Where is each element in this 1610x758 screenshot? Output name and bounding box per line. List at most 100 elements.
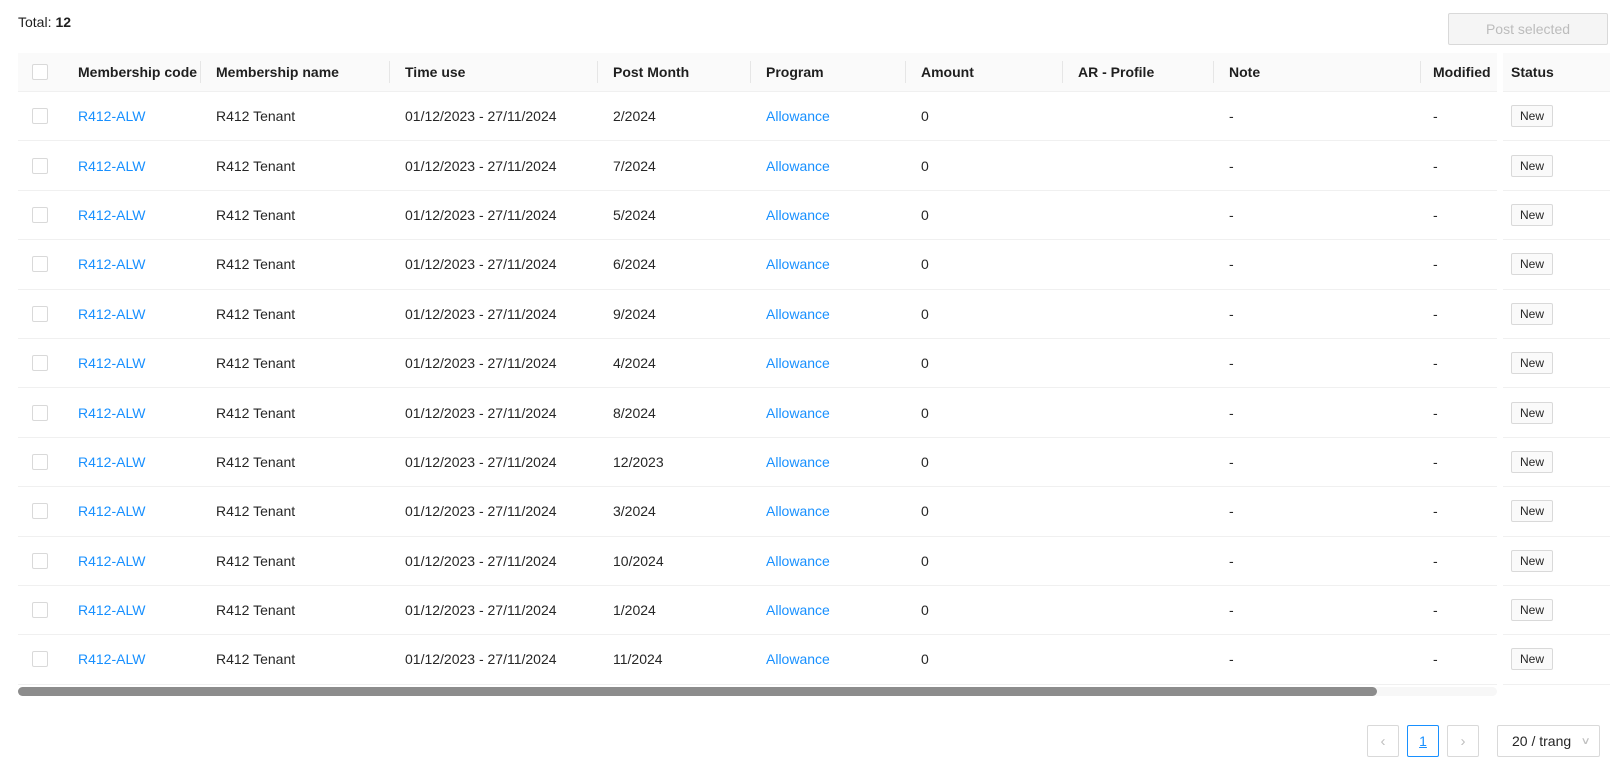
row-checkbox[interactable] [32,158,48,174]
modified-cell: - [1420,191,1497,240]
page-number[interactable]: 1 [1419,733,1427,749]
time-use-cell: 01/12/2023 - 27/11/2024 [389,339,597,388]
status-cell: New [1503,438,1610,487]
amount-cell: 0 [905,141,1062,190]
modified-cell: - [1420,240,1497,289]
col-post-month: Post Month [597,53,750,92]
membership-code-link[interactable]: R412-ALW [78,355,145,371]
membership-code-link[interactable]: R412-ALW [78,207,145,223]
program-link[interactable]: Allowance [766,405,830,421]
note-cell: - [1213,240,1420,289]
row-checkbox[interactable] [32,108,48,124]
ar-profile-cell [1062,438,1213,487]
col-time-use: Time use [389,53,597,92]
table-row: R412-ALW R412 Tenant 01/12/2023 - 27/11/… [18,586,1610,635]
membership-code-link[interactable]: R412-ALW [78,158,145,174]
row-checkbox[interactable] [32,651,48,667]
membership-name-cell: R412 Tenant [200,92,389,141]
amount-cell: 0 [905,537,1062,586]
horizontal-scrollbar-track[interactable] [18,687,1497,696]
program-link[interactable]: Allowance [766,355,830,371]
membership-code-link[interactable]: R412-ALW [78,405,145,421]
modified-cell: - [1420,537,1497,586]
time-use-cell: 01/12/2023 - 27/11/2024 [389,586,597,635]
row-checkbox[interactable] [32,207,48,223]
membership-name-cell: R412 Tenant [200,438,389,487]
col-note: Note [1213,53,1420,92]
membership-code-link[interactable]: R412-ALW [78,602,145,618]
membership-name-cell: R412 Tenant [200,635,389,684]
status-badge: New [1511,648,1553,670]
post-month-cell: 12/2023 [597,438,750,487]
note-cell: - [1213,339,1420,388]
membership-code-link[interactable]: R412-ALW [78,454,145,470]
select-all-checkbox[interactable] [32,64,48,80]
row-checkbox[interactable] [32,553,48,569]
row-checkbox[interactable] [32,503,48,519]
time-use-cell: 01/12/2023 - 27/11/2024 [389,438,597,487]
amount-cell: 0 [905,290,1062,339]
col-amount: Amount [905,53,1062,92]
col-modified: Modified [1420,53,1497,92]
membership-code-link[interactable]: R412-ALW [78,306,145,322]
ar-profile-cell [1062,240,1213,289]
row-checkbox[interactable] [32,454,48,470]
status-badge: New [1511,402,1553,424]
post-month-cell: 11/2024 [597,635,750,684]
table-row: R412-ALW R412 Tenant 01/12/2023 - 27/11/… [18,240,1610,289]
membership-code-link[interactable]: R412-ALW [78,256,145,272]
membership-name-cell: R412 Tenant [200,191,389,240]
pagination: ‹ 1 › 20 / trang ∨ [1367,725,1600,757]
time-use-cell: 01/12/2023 - 27/11/2024 [389,487,597,536]
status-badge: New [1511,253,1553,275]
horizontal-scrollbar-thumb[interactable] [18,687,1377,696]
amount-cell: 0 [905,586,1062,635]
post-month-cell: 5/2024 [597,191,750,240]
table-row: R412-ALW R412 Tenant 01/12/2023 - 27/11/… [18,141,1610,190]
program-link[interactable]: Allowance [766,306,830,322]
membership-name-cell: R412 Tenant [200,240,389,289]
program-link[interactable]: Allowance [766,256,830,272]
row-checkbox[interactable] [32,602,48,618]
program-link[interactable]: Allowance [766,207,830,223]
table-row: R412-ALW R412 Tenant 01/12/2023 - 27/11/… [18,191,1610,240]
program-link[interactable]: Allowance [766,651,830,667]
ar-profile-cell [1062,191,1213,240]
next-page-button[interactable]: › [1447,725,1479,757]
post-selected-button[interactable]: Post selected [1448,13,1608,45]
row-checkbox[interactable] [32,306,48,322]
table-row: R412-ALW R412 Tenant 01/12/2023 - 27/11/… [18,339,1610,388]
membership-code-link[interactable]: R412-ALW [78,553,145,569]
post-month-cell: 4/2024 [597,339,750,388]
row-checkbox[interactable] [32,405,48,421]
modified-cell: - [1420,635,1497,684]
page-size-select[interactable]: 20 / trang ∨ [1497,725,1600,757]
status-badge: New [1511,451,1553,473]
program-link[interactable]: Allowance [766,158,830,174]
program-link[interactable]: Allowance [766,108,830,124]
status-cell: New [1503,240,1610,289]
prev-page-button[interactable]: ‹ [1367,725,1399,757]
status-badge: New [1511,500,1553,522]
status-badge: New [1511,105,1553,127]
page-1-button[interactable]: 1 [1407,725,1439,757]
status-cell: New [1503,487,1610,536]
time-use-cell: 01/12/2023 - 27/11/2024 [389,290,597,339]
modified-cell: - [1420,92,1497,141]
row-checkbox[interactable] [32,355,48,371]
membership-code-link[interactable]: R412-ALW [78,503,145,519]
status-badge: New [1511,599,1553,621]
program-link[interactable]: Allowance [766,454,830,470]
program-link[interactable]: Allowance [766,553,830,569]
status-cell: New [1503,92,1610,141]
time-use-cell: 01/12/2023 - 27/11/2024 [389,141,597,190]
program-link[interactable]: Allowance [766,503,830,519]
amount-cell: 0 [905,92,1062,141]
next-page-icon: › [1461,733,1466,750]
membership-code-link[interactable]: R412-ALW [78,651,145,667]
program-link[interactable]: Allowance [766,602,830,618]
row-checkbox[interactable] [32,256,48,272]
status-cell: New [1503,141,1610,190]
note-cell: - [1213,388,1420,437]
membership-code-link[interactable]: R412-ALW [78,108,145,124]
